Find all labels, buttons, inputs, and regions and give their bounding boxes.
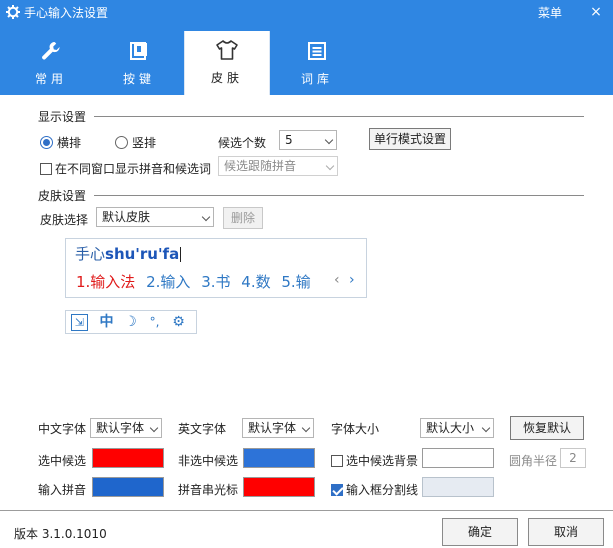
- keyboard-icon: [130, 42, 147, 60]
- chinese-font-select[interactable]: 默认字体: [90, 418, 162, 438]
- unselected-candidate-color-swatch[interactable]: [243, 448, 315, 468]
- radio-label: 横排: [57, 136, 82, 150]
- font-size-select[interactable]: 默认大小: [420, 418, 494, 438]
- divider-checkbox[interactable]: 输入框分割线: [331, 481, 418, 498]
- selected-candidate-color-label: 选中候选: [38, 454, 87, 468]
- radio-label: 竖排: [132, 136, 157, 150]
- tab-label: 按键: [122, 72, 155, 86]
- selected-bg-color-swatch[interactable]: [422, 448, 494, 468]
- select-value: 默认大小: [426, 421, 475, 435]
- candidate-item: 4.数: [241, 273, 271, 291]
- tab-label: 皮肤: [210, 71, 243, 85]
- tab-skin[interactable]: 皮肤: [184, 31, 270, 95]
- skin-toggle-icon: ⇲: [71, 314, 88, 331]
- select-value: 候选跟随拼音: [224, 159, 297, 173]
- tab-general[interactable]: 常用: [8, 32, 94, 95]
- chevron-down-icon: [301, 423, 311, 433]
- checkbox-box: [40, 162, 52, 175]
- chevron-down-icon: [481, 423, 491, 433]
- prev-page-icon: ‹: [334, 272, 340, 288]
- select-value: 5: [285, 133, 293, 147]
- chinese-font-label: 中文字体: [38, 422, 87, 436]
- tshirt-icon: [216, 40, 238, 60]
- menu-button[interactable]: 菜单: [538, 4, 562, 21]
- checkbox-label: 选中候选背景: [346, 454, 419, 468]
- pinyin-color-swatch[interactable]: [92, 477, 164, 497]
- layout-horizontal-radio[interactable]: 横排: [40, 134, 81, 151]
- tab-label: 词库: [300, 72, 333, 86]
- layout-vertical-radio[interactable]: 竖排: [115, 134, 156, 151]
- chevron-down-icon: [201, 212, 211, 222]
- tab-keys[interactable]: 按键: [96, 32, 182, 95]
- list-icon: [308, 42, 326, 60]
- select-value: 默认字体: [96, 421, 145, 435]
- selected-candidate-color-swatch[interactable]: [92, 448, 164, 468]
- select-value: 默认皮肤: [102, 210, 151, 224]
- checkbox-box: [331, 483, 343, 496]
- wrench-icon: [42, 42, 60, 60]
- gear-icon: ⚙: [172, 314, 185, 330]
- delete-skin-button: 删除: [223, 207, 263, 229]
- footer-bar: 版本 3.1.0.1010 确定 取消: [0, 510, 613, 548]
- ok-button[interactable]: 确定: [442, 518, 518, 546]
- chevron-down-icon: [149, 423, 159, 433]
- skin-select-label: 皮肤选择: [40, 213, 89, 227]
- section-divider: [94, 116, 584, 117]
- font-size-label: 字体大小: [331, 422, 380, 436]
- candidate-count-label: 候选个数: [218, 136, 267, 150]
- chevron-down-icon: [325, 161, 335, 171]
- restore-defaults-button[interactable]: 恢复默认: [510, 416, 584, 440]
- corner-radius-input: 2: [560, 448, 586, 468]
- display-section-title: 显示设置: [38, 110, 87, 124]
- settings-window: 手心输入法设置 菜单 × 常用 按键 皮肤 词库 显示设置 横排 竖排 候选个数…: [0, 0, 613, 548]
- skin-select[interactable]: 默认皮肤: [96, 207, 214, 227]
- candidate-item: 2.输入: [146, 273, 191, 291]
- candidate-count-select[interactable]: 5: [279, 130, 337, 150]
- english-font-label: 英文字体: [178, 422, 227, 436]
- english-font-select[interactable]: 默认字体: [242, 418, 314, 438]
- cursor-color-label: 拼音串光标: [178, 483, 239, 497]
- title-bar: 手心输入法设置 菜单 × 常用 按键 皮肤 词库: [0, 0, 613, 95]
- window-title: 手心输入法设置: [24, 6, 109, 20]
- tab-label: 常用: [34, 72, 67, 86]
- next-page-icon: ›: [349, 272, 355, 288]
- composition-prefix: 手心: [75, 245, 106, 263]
- radio-dot: [40, 136, 53, 149]
- single-line-mode-button[interactable]: 单行模式设置: [369, 128, 451, 150]
- checkbox-label: 在不同窗口显示拼音和候选词: [55, 162, 212, 176]
- divider-color-swatch[interactable]: [422, 477, 494, 497]
- skin-preview: 手心shu'ru'fa 1.输入法 2.输入 3.书 4.数 5.输 ‹ ›: [65, 238, 367, 298]
- status-toolbar-preview: ⇲ 中 ☽ °, ⚙: [65, 310, 197, 334]
- gear-icon: [6, 5, 20, 19]
- cancel-button[interactable]: 取消: [528, 518, 604, 546]
- candidate-list: 1.输入法 2.输入 3.书 4.数 5.输: [76, 271, 317, 292]
- select-value: 默认字体: [248, 421, 297, 435]
- unselected-candidate-color-label: 非选中候选: [178, 454, 239, 468]
- checkbox-label: 输入框分割线: [346, 483, 419, 497]
- version-text: 版本 3.1.0.1010: [14, 527, 107, 541]
- follow-pinyin-select: 候选跟随拼音: [218, 156, 338, 176]
- composition-pinyin: shu'ru'fa: [105, 245, 180, 263]
- skin-section-title: 皮肤设置: [38, 189, 87, 203]
- chevron-down-icon: [324, 135, 334, 145]
- candidate-item: 5.输: [281, 273, 311, 291]
- composition-text: 手心shu'ru'fa: [75, 243, 182, 264]
- candidate-item: 1.输入法: [76, 273, 136, 291]
- corner-radius-label: 圆角半径: [509, 454, 558, 468]
- punctuation-icon: °,: [149, 315, 160, 329]
- pinyin-color-label: 输入拼音: [38, 483, 87, 497]
- checkbox-box: [331, 454, 343, 467]
- half-width-moon-icon: ☽: [124, 314, 137, 330]
- candidate-item: 3.书: [201, 273, 231, 291]
- section-divider: [94, 195, 584, 196]
- tab-dictionary[interactable]: 词库: [274, 32, 360, 95]
- separate-window-checkbox[interactable]: 在不同窗口显示拼音和候选词: [40, 160, 211, 177]
- chinese-mode-icon: 中: [99, 314, 114, 330]
- radio-dot: [115, 136, 128, 149]
- pinyin-cursor: [180, 247, 182, 262]
- selected-bg-checkbox[interactable]: 选中候选背景: [331, 452, 418, 469]
- close-button[interactable]: ×: [587, 3, 605, 21]
- cursor-color-swatch[interactable]: [243, 477, 315, 497]
